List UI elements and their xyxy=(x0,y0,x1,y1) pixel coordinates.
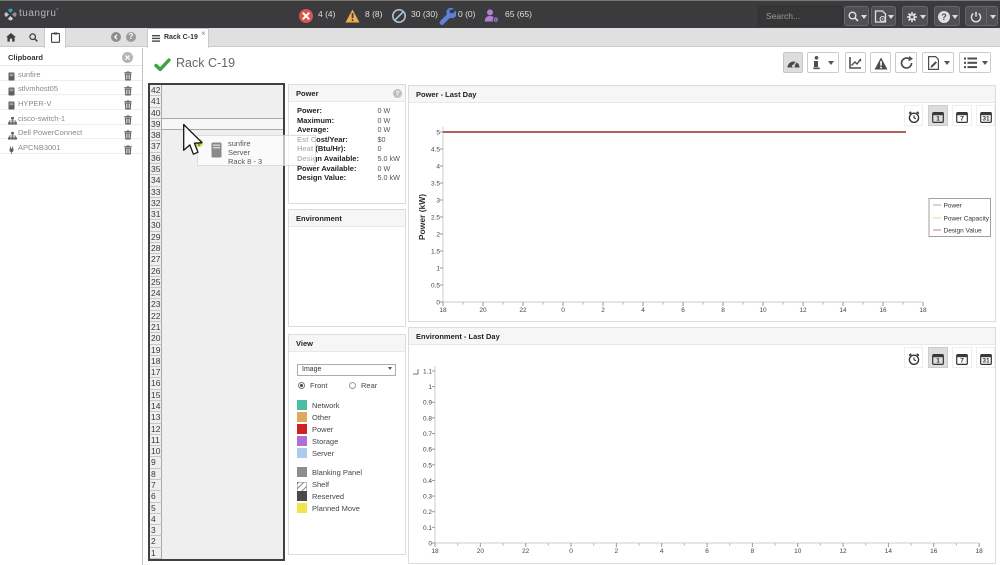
svg-text:14: 14 xyxy=(885,548,893,555)
svg-text:18: 18 xyxy=(439,307,447,314)
svg-text:8: 8 xyxy=(751,548,755,555)
svg-text:?: ? xyxy=(396,91,400,98)
svg-text:14: 14 xyxy=(839,307,847,314)
svg-text:6: 6 xyxy=(705,548,709,555)
svg-text:0: 0 xyxy=(569,548,573,555)
svg-text:20: 20 xyxy=(477,548,485,555)
svg-text:0.4: 0.4 xyxy=(423,478,432,485)
svg-text:0: 0 xyxy=(436,300,440,307)
svg-text:10: 10 xyxy=(794,548,802,555)
svg-text:0.8: 0.8 xyxy=(423,415,432,422)
svg-text:0.1: 0.1 xyxy=(423,525,432,532)
svg-text:4: 4 xyxy=(660,548,664,555)
svg-text:3.5: 3.5 xyxy=(431,181,440,188)
svg-text:4: 4 xyxy=(436,164,440,171)
svg-text:0.3: 0.3 xyxy=(423,494,432,501)
svg-text:0.9: 0.9 xyxy=(423,400,432,407)
svg-text:10: 10 xyxy=(759,307,767,314)
svg-text:4: 4 xyxy=(641,307,645,314)
svg-text:4.5: 4.5 xyxy=(431,147,440,154)
svg-text:22: 22 xyxy=(522,548,530,555)
svg-text:2: 2 xyxy=(601,307,605,314)
svg-text:5: 5 xyxy=(436,130,440,137)
svg-text:8: 8 xyxy=(721,307,725,314)
svg-text:0: 0 xyxy=(428,541,432,548)
svg-text:16: 16 xyxy=(879,307,887,314)
svg-text:22: 22 xyxy=(519,307,527,314)
svg-text:?: ? xyxy=(941,12,947,22)
svg-text:0: 0 xyxy=(561,307,565,314)
svg-text:18: 18 xyxy=(919,307,927,314)
svg-text:1: 1 xyxy=(428,384,432,391)
svg-text:Power Capacity: Power Capacity xyxy=(944,216,990,223)
svg-text:Design Value: Design Value xyxy=(944,228,983,235)
svg-text:3: 3 xyxy=(436,198,440,205)
svg-text:0.2: 0.2 xyxy=(423,509,432,516)
svg-text:1: 1 xyxy=(436,266,440,273)
svg-text:18: 18 xyxy=(431,548,439,555)
svg-text:0.5: 0.5 xyxy=(431,283,440,290)
svg-text:2.5: 2.5 xyxy=(431,215,440,222)
svg-text:12: 12 xyxy=(839,548,847,555)
svg-text:0.5: 0.5 xyxy=(423,462,432,469)
svg-text:Power: Power xyxy=(944,203,963,210)
svg-text:18: 18 xyxy=(975,548,983,555)
svg-text:0.6: 0.6 xyxy=(423,447,432,454)
svg-text:0.7: 0.7 xyxy=(423,431,432,438)
svg-text:2: 2 xyxy=(436,232,440,239)
svg-text:6: 6 xyxy=(681,307,685,314)
svg-text:1.5: 1.5 xyxy=(431,249,440,256)
svg-text:Power (kW): Power (kW) xyxy=(417,194,427,240)
svg-text:1.1: 1.1 xyxy=(423,368,432,375)
svg-text:12: 12 xyxy=(799,307,807,314)
svg-text:20: 20 xyxy=(479,307,487,314)
svg-text:16: 16 xyxy=(930,548,938,555)
svg-text:2: 2 xyxy=(615,548,619,555)
